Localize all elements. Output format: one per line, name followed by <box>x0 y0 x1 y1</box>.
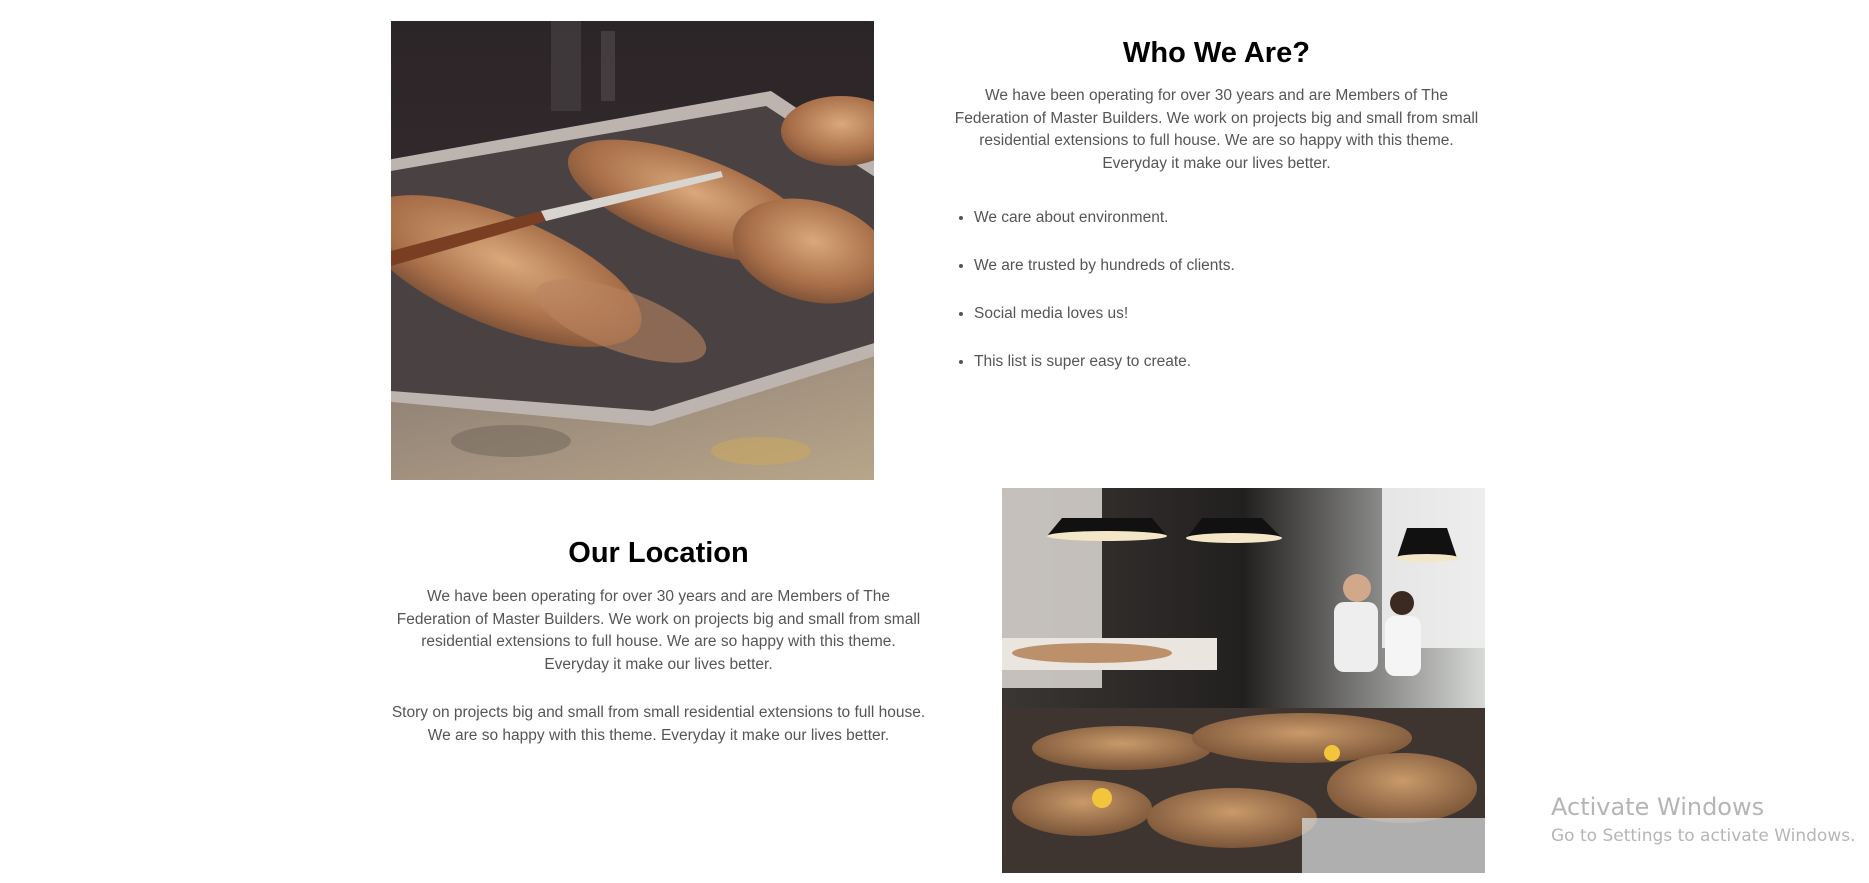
bread-tray-image <box>391 21 874 480</box>
list-item: We are trusted by hundreds of clients. <box>974 255 1483 303</box>
who-we-are-section: Who We Are? We have been operating for o… <box>950 33 1483 399</box>
who-we-are-title: Who We Are? <box>1123 37 1310 69</box>
list-item: This list is super easy to create. <box>974 351 1483 399</box>
our-location-text-2: Story on projects big and small from sma… <box>391 704 926 744</box>
list-item: We care about environment. <box>974 207 1483 255</box>
our-location-section: Our Location We have been operating for … <box>391 533 926 748</box>
watermark-title: Activate Windows <box>1551 793 1765 821</box>
list-item: Social media loves us! <box>974 303 1483 351</box>
bread-tray-photo-icon <box>391 21 874 480</box>
watermark-subtitle: Go to Settings to activate Windows. <box>1551 826 1856 846</box>
who-we-are-list: We care about environment. We are truste… <box>950 207 1483 399</box>
bakery-shop-image <box>1002 488 1485 873</box>
our-location-text: We have been operating for over 30 years… <box>396 588 921 673</box>
who-we-are-text: We have been operating for over 30 years… <box>954 87 1479 172</box>
our-location-title: Our Location <box>568 537 749 569</box>
windows-activation-watermark: Activate Windows Go to Settings to activ… <box>1551 792 1856 848</box>
bakery-shop-photo-icon <box>1002 488 1485 873</box>
